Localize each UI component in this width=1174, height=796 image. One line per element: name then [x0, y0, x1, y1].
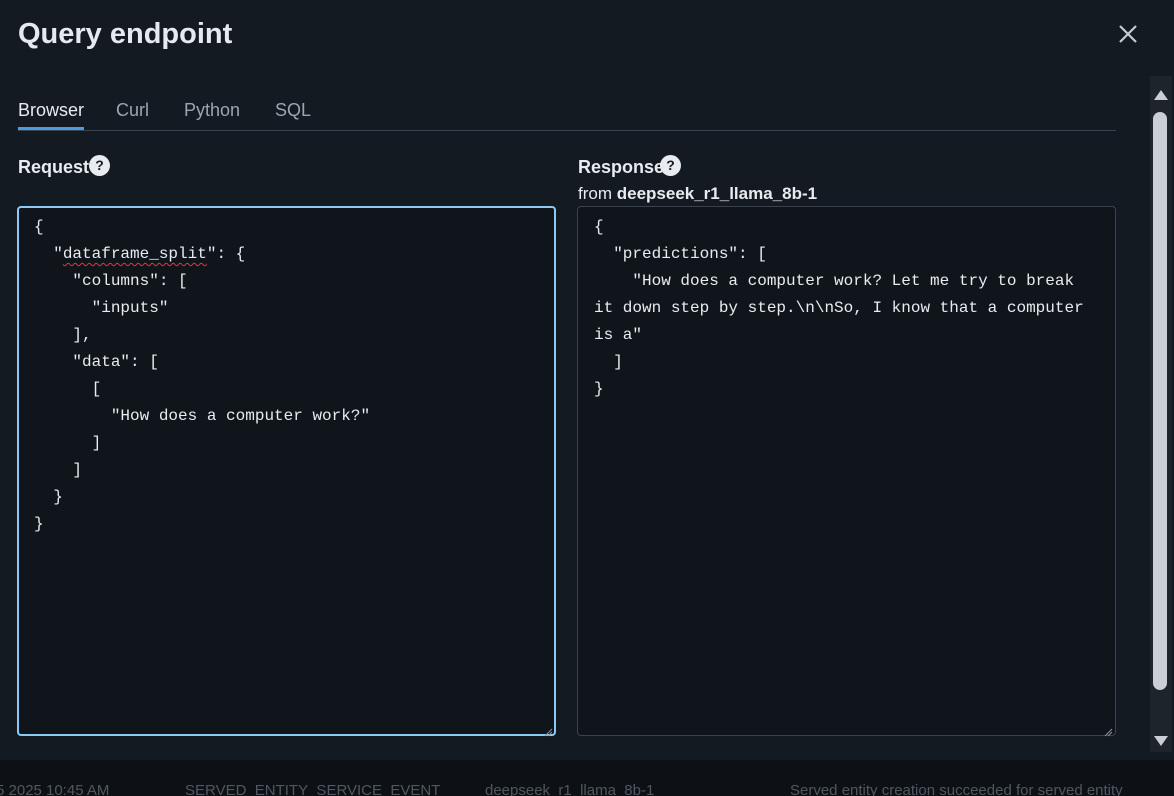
- spellcheck-underline: dataframe_split: [62, 245, 207, 263]
- request-label: Request: [18, 157, 90, 177]
- resize-grip-icon[interactable]: [1103, 724, 1113, 737]
- response-source: from deepseek_r1_llama_8b-1: [578, 184, 817, 204]
- event-entity: deepseek_r1_llama_8b-1: [485, 782, 655, 796]
- tab-sql[interactable]: SQL: [275, 100, 311, 130]
- request-editor[interactable]: { "dataframe_split": { "columns": [ "inp…: [17, 206, 556, 736]
- event-type: SERVED_ENTITY_SERVICE_EVENT: [185, 782, 441, 796]
- background-events-row: 5 2025 10:45 AM SERVED_ENTITY_SERVICE_EV…: [0, 760, 1174, 796]
- event-message: Served entity creation succeeded for ser…: [790, 782, 1123, 796]
- scroll-down-arrow-icon[interactable]: [1153, 734, 1169, 748]
- tab-curl[interactable]: Curl: [116, 100, 149, 130]
- response-label: Response: [578, 157, 665, 177]
- close-icon[interactable]: [1114, 20, 1142, 48]
- resize-grip-icon[interactable]: [543, 724, 553, 737]
- scroll-up-arrow-icon[interactable]: [1153, 88, 1169, 102]
- scroll-thumb[interactable]: [1153, 112, 1167, 690]
- tab-browser[interactable]: Browser: [18, 100, 85, 130]
- tab-bar: Browser Curl Python SQL: [18, 96, 1116, 131]
- endpoint-name: deepseek_r1_llama_8b-1: [616, 184, 818, 203]
- tab-python[interactable]: Python: [184, 100, 240, 130]
- modal-title: Query endpoint: [18, 18, 233, 50]
- modal-scrollbar[interactable]: [1150, 76, 1172, 752]
- response-help-icon[interactable]: ?: [660, 155, 681, 176]
- response-output: { "predictions": [ "How does a computer …: [577, 206, 1116, 736]
- query-endpoint-modal: Query endpoint Browser Curl Python SQL R…: [0, 0, 1174, 760]
- from-prefix: from: [578, 184, 612, 203]
- request-help-icon[interactable]: ?: [89, 155, 110, 176]
- event-time: 5 2025 10:45 AM: [0, 782, 110, 796]
